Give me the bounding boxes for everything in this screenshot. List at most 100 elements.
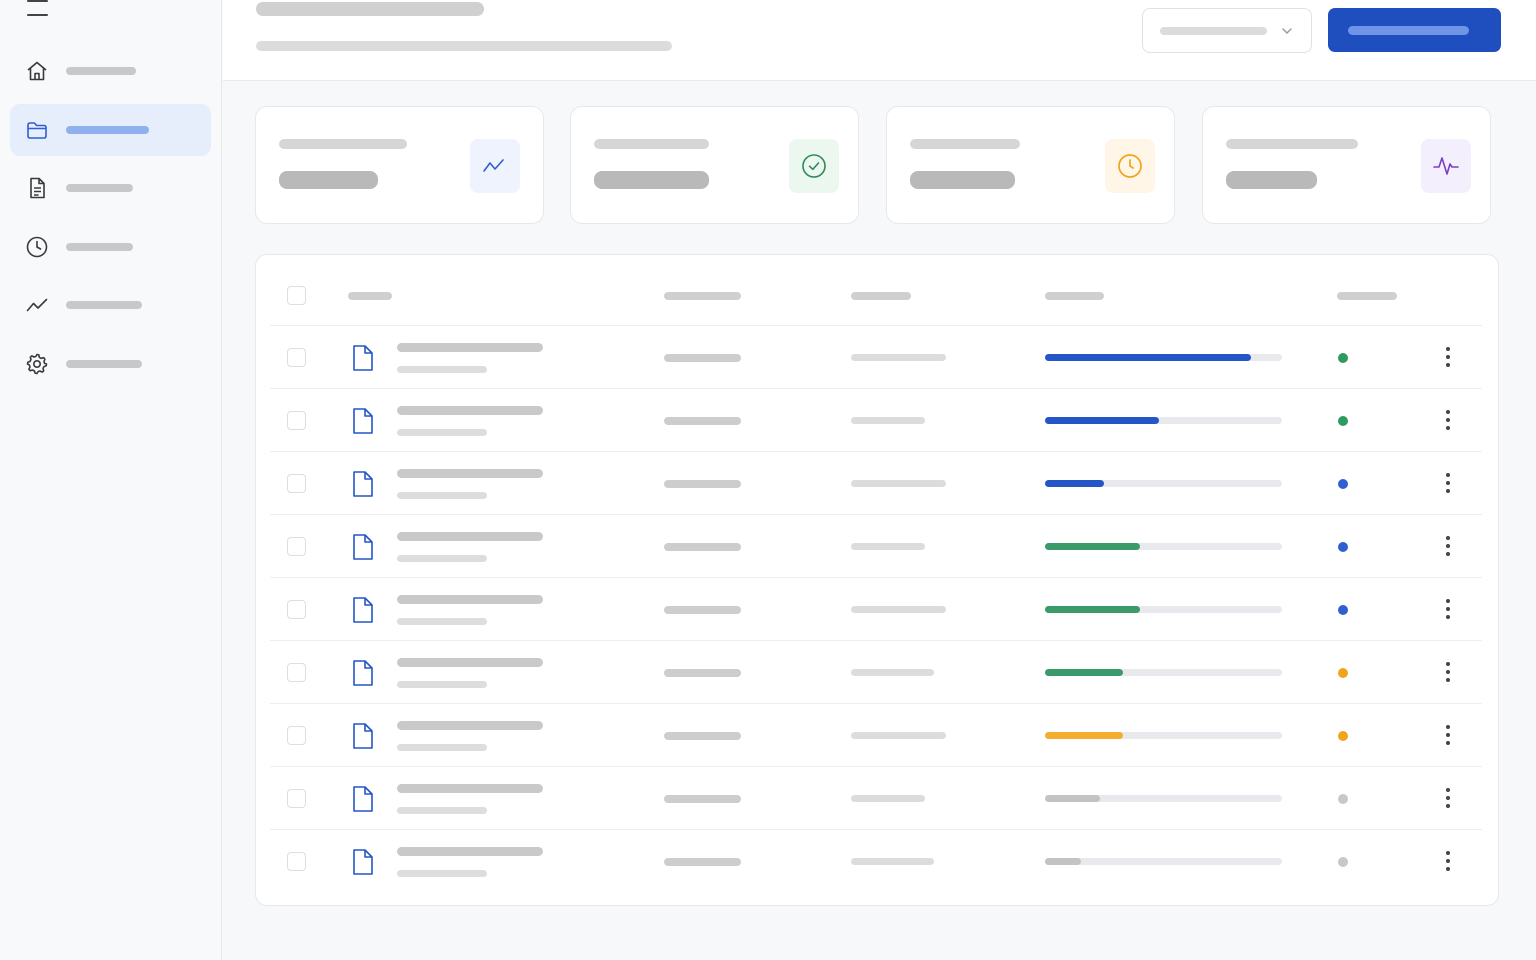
column-header-status[interactable]: [1337, 292, 1397, 300]
file-icon: [350, 533, 376, 561]
more-options-icon[interactable]: [1440, 598, 1456, 620]
table-row[interactable]: [270, 325, 1482, 388]
date-cell: [851, 858, 934, 865]
status-dot: [1338, 479, 1348, 489]
file-name[interactable]: [397, 343, 543, 352]
row-checkbox[interactable]: [287, 663, 306, 682]
table-row[interactable]: [270, 577, 1482, 640]
date-cell: [851, 543, 925, 550]
row-checkbox[interactable]: [287, 789, 306, 808]
table-row[interactable]: [270, 640, 1482, 703]
progress-bar: [1045, 858, 1282, 865]
column-header-progress[interactable]: [1045, 292, 1104, 300]
file-name[interactable]: [397, 595, 543, 604]
row-checkbox[interactable]: [287, 726, 306, 745]
file-icon: [350, 470, 376, 498]
file-meta: [397, 492, 487, 499]
stat-label: [279, 139, 407, 149]
progress-bar: [1045, 732, 1282, 739]
progress-fill: [1045, 732, 1124, 739]
table-row[interactable]: [270, 451, 1482, 514]
clock-icon: [1118, 154, 1142, 178]
date-cell: [851, 417, 925, 424]
progress-fill: [1045, 480, 1105, 487]
date-cell: [851, 480, 946, 487]
file-name[interactable]: [397, 721, 543, 730]
file-meta: [397, 618, 487, 625]
hamburger-icon[interactable]: [27, 0, 49, 16]
column-header-modified[interactable]: [851, 292, 911, 300]
row-checkbox[interactable]: [287, 852, 306, 871]
file-name[interactable]: [397, 532, 543, 541]
stat-value: [594, 171, 709, 189]
progress-fill: [1045, 606, 1140, 613]
progress-bar: [1045, 795, 1282, 802]
file-icon: [350, 848, 376, 876]
owner-cell: [664, 732, 741, 740]
dropdown-value: [1160, 27, 1267, 35]
table-row[interactable]: [270, 703, 1482, 766]
sidebar-item-settings[interactable]: [10, 338, 211, 390]
owner-cell: [664, 480, 741, 488]
filter-dropdown[interactable]: [1142, 8, 1312, 53]
select-all-checkbox[interactable]: [287, 286, 306, 305]
file-name[interactable]: [397, 847, 543, 856]
file-name[interactable]: [397, 658, 543, 667]
primary-action-button[interactable]: [1328, 8, 1501, 52]
date-cell: [851, 669, 934, 676]
file-name[interactable]: [397, 406, 543, 415]
files-table: [255, 254, 1499, 906]
gear-icon: [26, 353, 48, 375]
more-options-icon[interactable]: [1440, 724, 1456, 746]
progress-bar: [1045, 669, 1282, 676]
file-name[interactable]: [397, 469, 543, 478]
status-dot: [1338, 353, 1348, 363]
table-row[interactable]: [270, 829, 1482, 892]
more-options-icon[interactable]: [1440, 850, 1456, 872]
table-row[interactable]: [270, 766, 1482, 829]
sidebar-item-analytics[interactable]: [10, 279, 211, 331]
row-checkbox[interactable]: [287, 537, 306, 556]
date-cell: [851, 795, 925, 802]
file-icon: [350, 596, 376, 624]
owner-cell: [664, 858, 741, 866]
more-options-icon[interactable]: [1440, 535, 1456, 557]
row-checkbox[interactable]: [287, 348, 306, 367]
more-options-icon[interactable]: [1440, 409, 1456, 431]
file-icon: [350, 722, 376, 750]
sidebar-item-folders[interactable]: [10, 104, 211, 156]
stat-value: [279, 171, 378, 189]
pulse-icon: [1433, 157, 1459, 175]
stat-label: [594, 139, 709, 149]
progress-fill: [1045, 354, 1252, 361]
stat-card: [886, 106, 1175, 224]
row-checkbox[interactable]: [287, 600, 306, 619]
stat-card: [1202, 106, 1491, 224]
more-options-icon[interactable]: [1440, 472, 1456, 494]
column-header-name[interactable]: [348, 292, 392, 300]
page-header: [223, 0, 1536, 81]
table-row[interactable]: [270, 388, 1482, 451]
row-checkbox[interactable]: [287, 474, 306, 493]
status-dot: [1338, 668, 1348, 678]
more-options-icon[interactable]: [1440, 346, 1456, 368]
file-meta: [397, 429, 487, 436]
file-meta: [397, 681, 487, 688]
sidebar-item-documents[interactable]: [10, 162, 211, 214]
sidebar-item-label: [66, 243, 133, 251]
column-header-owner[interactable]: [664, 292, 741, 300]
table-row[interactable]: [270, 514, 1482, 577]
sidebar-item-label: [66, 360, 142, 368]
more-options-icon[interactable]: [1440, 787, 1456, 809]
row-checkbox[interactable]: [287, 411, 306, 430]
file-meta: [397, 555, 487, 562]
sidebar: [0, 0, 222, 960]
sidebar-item-history[interactable]: [10, 221, 211, 273]
sidebar-item-label: [66, 301, 142, 309]
file-meta: [397, 744, 487, 751]
file-name[interactable]: [397, 784, 543, 793]
stat-label: [910, 139, 1020, 149]
sidebar-item-home[interactable]: [10, 45, 211, 97]
progress-fill: [1045, 417, 1159, 424]
more-options-icon[interactable]: [1440, 661, 1456, 683]
